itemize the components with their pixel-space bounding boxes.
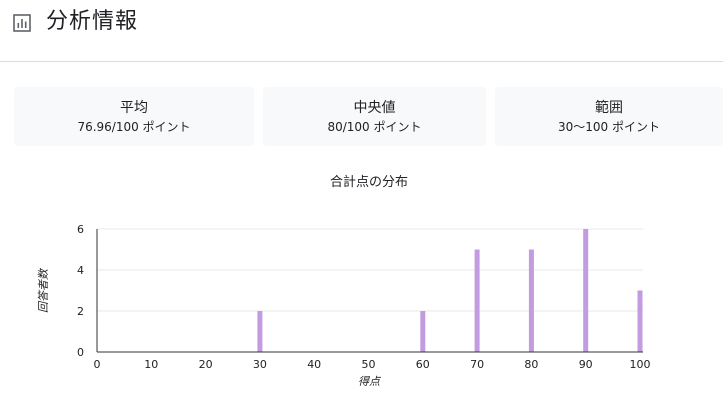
grid-layer [97, 228, 643, 312]
bar-score-100 [637, 290, 643, 352]
x-tick-label: 90 [579, 358, 593, 371]
stat-card-range: 範囲 30〜100 ポイント [495, 87, 723, 146]
analytics-page: 分析情報 平均 76.96/100 ポイント 中央値 80/100 ポイント 範… [0, 0, 723, 402]
x-tick-label: 70 [470, 358, 484, 371]
y-tick-label: 0 [77, 346, 84, 359]
stat-label-median: 中央値 [353, 100, 396, 116]
stat-label-range: 範囲 [595, 100, 623, 116]
x-tick-label: 0 [94, 358, 101, 371]
y-tick-label: 2 [77, 305, 84, 318]
y-tick-label: 6 [77, 223, 84, 236]
score-distribution-chart: 合計点の分布 回答者数 得点 02460 10 20 30 40 50 60 70 80 90 10… [37, 174, 651, 388]
stat-value-median: 80/100 ポイント [327, 120, 422, 134]
y-tick-label: 4 [77, 264, 84, 277]
stat-card-average: 平均 76.96/100 ポイント [14, 87, 254, 146]
chart-title: 合計点の分布 [330, 174, 408, 190]
x-tick-label: 100 [630, 358, 651, 371]
stat-value-average: 76.96/100 ポイント [77, 120, 191, 134]
x-tick-label: 50 [362, 358, 376, 371]
stat-card-median: 中央値 80/100 ポイント [263, 87, 486, 146]
bar-score-70 [474, 249, 480, 352]
x-tick-label: 80 [524, 358, 538, 371]
x-tick-label: 10 [144, 358, 158, 371]
bar-score-90 [583, 229, 589, 352]
bar-score-60 [420, 311, 426, 352]
stat-value-range: 30〜100 ポイント [558, 120, 660, 134]
bar-score-30 [257, 311, 263, 352]
x-tick-label: 40 [307, 358, 321, 371]
x-tick-label: 20 [199, 358, 213, 371]
bar-chart-icon [13, 14, 31, 32]
bar-score-80 [528, 249, 534, 352]
page-title: 分析情報 [46, 9, 139, 34]
x-tick-label: 60 [416, 358, 430, 371]
bar-layer [257, 229, 643, 352]
y-axis-label: 回答者数 [37, 267, 50, 313]
header: 分析情報 [0, 0, 723, 62]
x-axis-label: 得点 [358, 375, 382, 388]
stat-label-average: 平均 [120, 100, 148, 116]
axis-layer: 02460 10 20 30 40 50 60 70 80 90 100 [77, 223, 651, 371]
x-tick-label: 30 [253, 358, 267, 371]
